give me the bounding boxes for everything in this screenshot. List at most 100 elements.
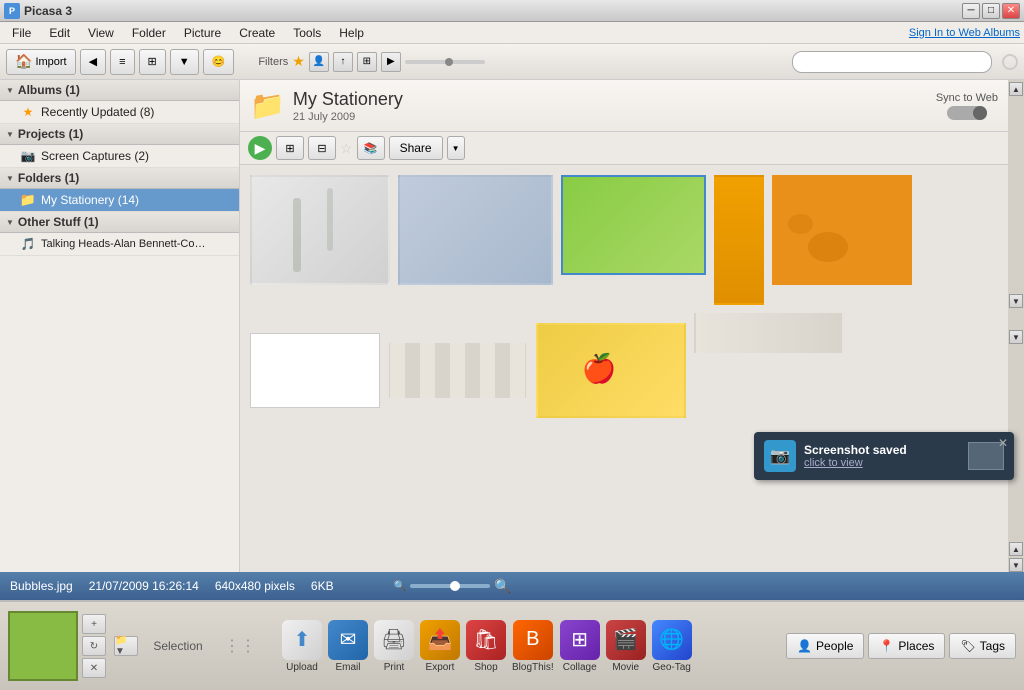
toast-close-button[interactable]: ✕ [998,436,1008,450]
toast-icon: 📷 [764,440,796,472]
folder-date: 21 July 2009 [293,111,403,123]
photo-thumb-1[interactable] [250,175,390,285]
sidebar-projects-header[interactable]: ▼ Projects (1) [0,124,239,145]
maximize-button[interactable]: □ [982,3,1000,19]
blogthis-btn[interactable]: B BlogThis! [512,620,554,673]
face-detect-button[interactable]: 😊 [203,49,235,75]
geotag-btn[interactable]: 🌐 Geo-Tag [652,620,692,673]
menu-picture[interactable]: Picture [176,24,229,42]
print-btn[interactable]: 🖨 Print [374,620,414,673]
sync-toggle[interactable] [947,106,987,120]
flag-filter[interactable]: ▶ [381,52,401,72]
list-view-button[interactable]: ≡ [110,49,134,75]
menu-help[interactable]: Help [331,24,372,42]
collapse-icon: ▼ [6,218,14,227]
geotag-label: Geo-Tag [653,662,691,673]
share-dropdown[interactable]: ▼ [447,136,465,160]
toast-title: Screenshot saved [804,443,960,457]
delete-btn[interactable]: ✕ [82,658,106,678]
album-btn[interactable]: 📚 [357,136,385,160]
scroll-down3[interactable]: ▼ [1009,558,1023,572]
star-icon: ★ [20,104,36,120]
sidebar-item-talking-heads[interactable]: 🎵 Talking Heads-Alan Bennett-Com... [0,233,239,256]
menu-create[interactable]: Create [231,24,283,42]
status-bar: Bubbles.jpg 21/07/2009 16:26:14 640x480 … [0,572,1024,600]
separator: ⋮⋮ [224,636,256,656]
sidebar-albums-header[interactable]: ▼ Albums (1) [0,80,239,101]
content-scrollbar[interactable]: ▲ ▼ ▼ ▲ ▼ [1008,80,1024,572]
folder-btn[interactable]: 📁▼ [114,636,138,656]
tags-button[interactable]: 🏷 Tags [949,633,1016,659]
geo-icon: 🌐 [652,620,692,660]
sidebar-other-header[interactable]: ▼ Other Stuff (1) [0,212,239,233]
folders-label: Folders (1) [18,171,79,185]
scroll-down2[interactable]: ▼ [1009,330,1023,344]
person-filter[interactable]: 👤 [309,52,329,72]
menu-folder[interactable]: Folder [124,24,174,42]
minimize-button[interactable]: ─ [962,3,980,19]
zoom-slider[interactable] [410,584,490,588]
projects-label: Projects (1) [18,127,83,141]
collage-btn[interactable]: ⊞ Collage [560,620,600,673]
filters-label: Filters [258,56,288,68]
search-input[interactable] [792,51,992,73]
toast-subtitle[interactable]: click to view [804,457,960,469]
photo-thumb-2[interactable] [398,175,553,285]
share-button[interactable]: Share [389,136,443,160]
sidebar-item-my-stationery[interactable]: 📁 My Stationery (14) [0,189,239,212]
sidebar-item-screen-captures[interactable]: 📷 Screen Captures (2) [0,145,239,168]
export-btn[interactable]: 📤 Export [420,620,460,673]
sidebar-folders-header[interactable]: ▼ Folders (1) [0,168,239,189]
menu-edit[interactable]: Edit [41,24,78,42]
blogthis-label: BlogThis! [512,662,554,673]
collapse-icon: ▼ [6,174,14,183]
rotate-btn[interactable]: ↻ [82,636,106,656]
grid-view-btn[interactable]: ⊞ [276,136,304,160]
toast-notification[interactable]: 📷 Screenshot saved click to view ✕ [754,432,1014,480]
menu-file[interactable]: File [4,24,39,42]
people-button[interactable]: 👤 People [786,633,864,659]
loading-spinner [1002,54,1018,70]
play-button[interactable]: ▶ [248,136,272,160]
import-button[interactable]: 🏠 Import [6,49,76,75]
places-button[interactable]: 📍 Places [868,633,945,659]
view-dropdown-button[interactable]: ▼ [170,49,199,75]
grid-view-button[interactable]: ⊞ [139,49,166,75]
title-bar-controls[interactable]: ─ □ ✕ [962,3,1020,19]
menu-bar: File Edit View Folder Picture Create Too… [0,22,1024,44]
title-bar: P Picasa 3 ─ □ ✕ [0,0,1024,22]
sidebar-item-recently-updated[interactable]: ★ Recently Updated (8) [0,101,239,124]
scroll-up[interactable]: ▲ [1009,82,1023,96]
shop-btn[interactable]: 🛍 Shop [466,620,506,673]
scroll-up2[interactable]: ▲ [1009,542,1023,556]
upload-btn[interactable]: ⬆ Upload [282,620,322,673]
photo-thumb-3[interactable] [561,175,706,275]
close-button[interactable]: ✕ [1002,3,1020,19]
photo-thumb-4[interactable] [714,175,764,305]
arrow-left-button[interactable]: ◀ [80,49,106,75]
filmstrip-btn[interactable]: ⊟ [308,136,336,160]
zoom-slider-area[interactable]: 🔍 🔍 [394,578,512,595]
screen-captures-label: Screen Captures (2) [41,149,149,163]
star-rating[interactable]: ☆ [340,140,353,157]
menu-view[interactable]: View [80,24,122,42]
folder-title-area: 📁 My Stationery 21 July 2009 [250,89,403,123]
email-btn[interactable]: ✉ Email [328,620,368,673]
photo-thumb-5[interactable] [772,175,912,285]
photo-grid[interactable] [240,165,1008,572]
photo-thumb-8[interactable] [536,323,686,418]
menu-tools[interactable]: Tools [285,24,329,42]
photo-thumb-9[interactable] [694,313,844,353]
upload-filter[interactable]: ↑ [333,52,353,72]
scroll-down[interactable]: ▼ [1009,294,1023,308]
add-to-album-btn[interactable]: + [82,614,106,634]
grid-filter[interactable]: ⊞ [357,52,377,72]
star-filter[interactable]: ★ [292,53,305,70]
movie-btn[interactable]: 🎬 Movie [606,620,646,673]
selection-preview[interactable] [8,611,78,681]
tags-icon: 🏷 [960,639,975,653]
filter-slider[interactable] [405,60,485,64]
photo-thumb-7[interactable] [388,343,528,398]
photo-thumb-6[interactable] [250,333,380,408]
sign-in-link[interactable]: Sign In to Web Albums [909,27,1020,39]
